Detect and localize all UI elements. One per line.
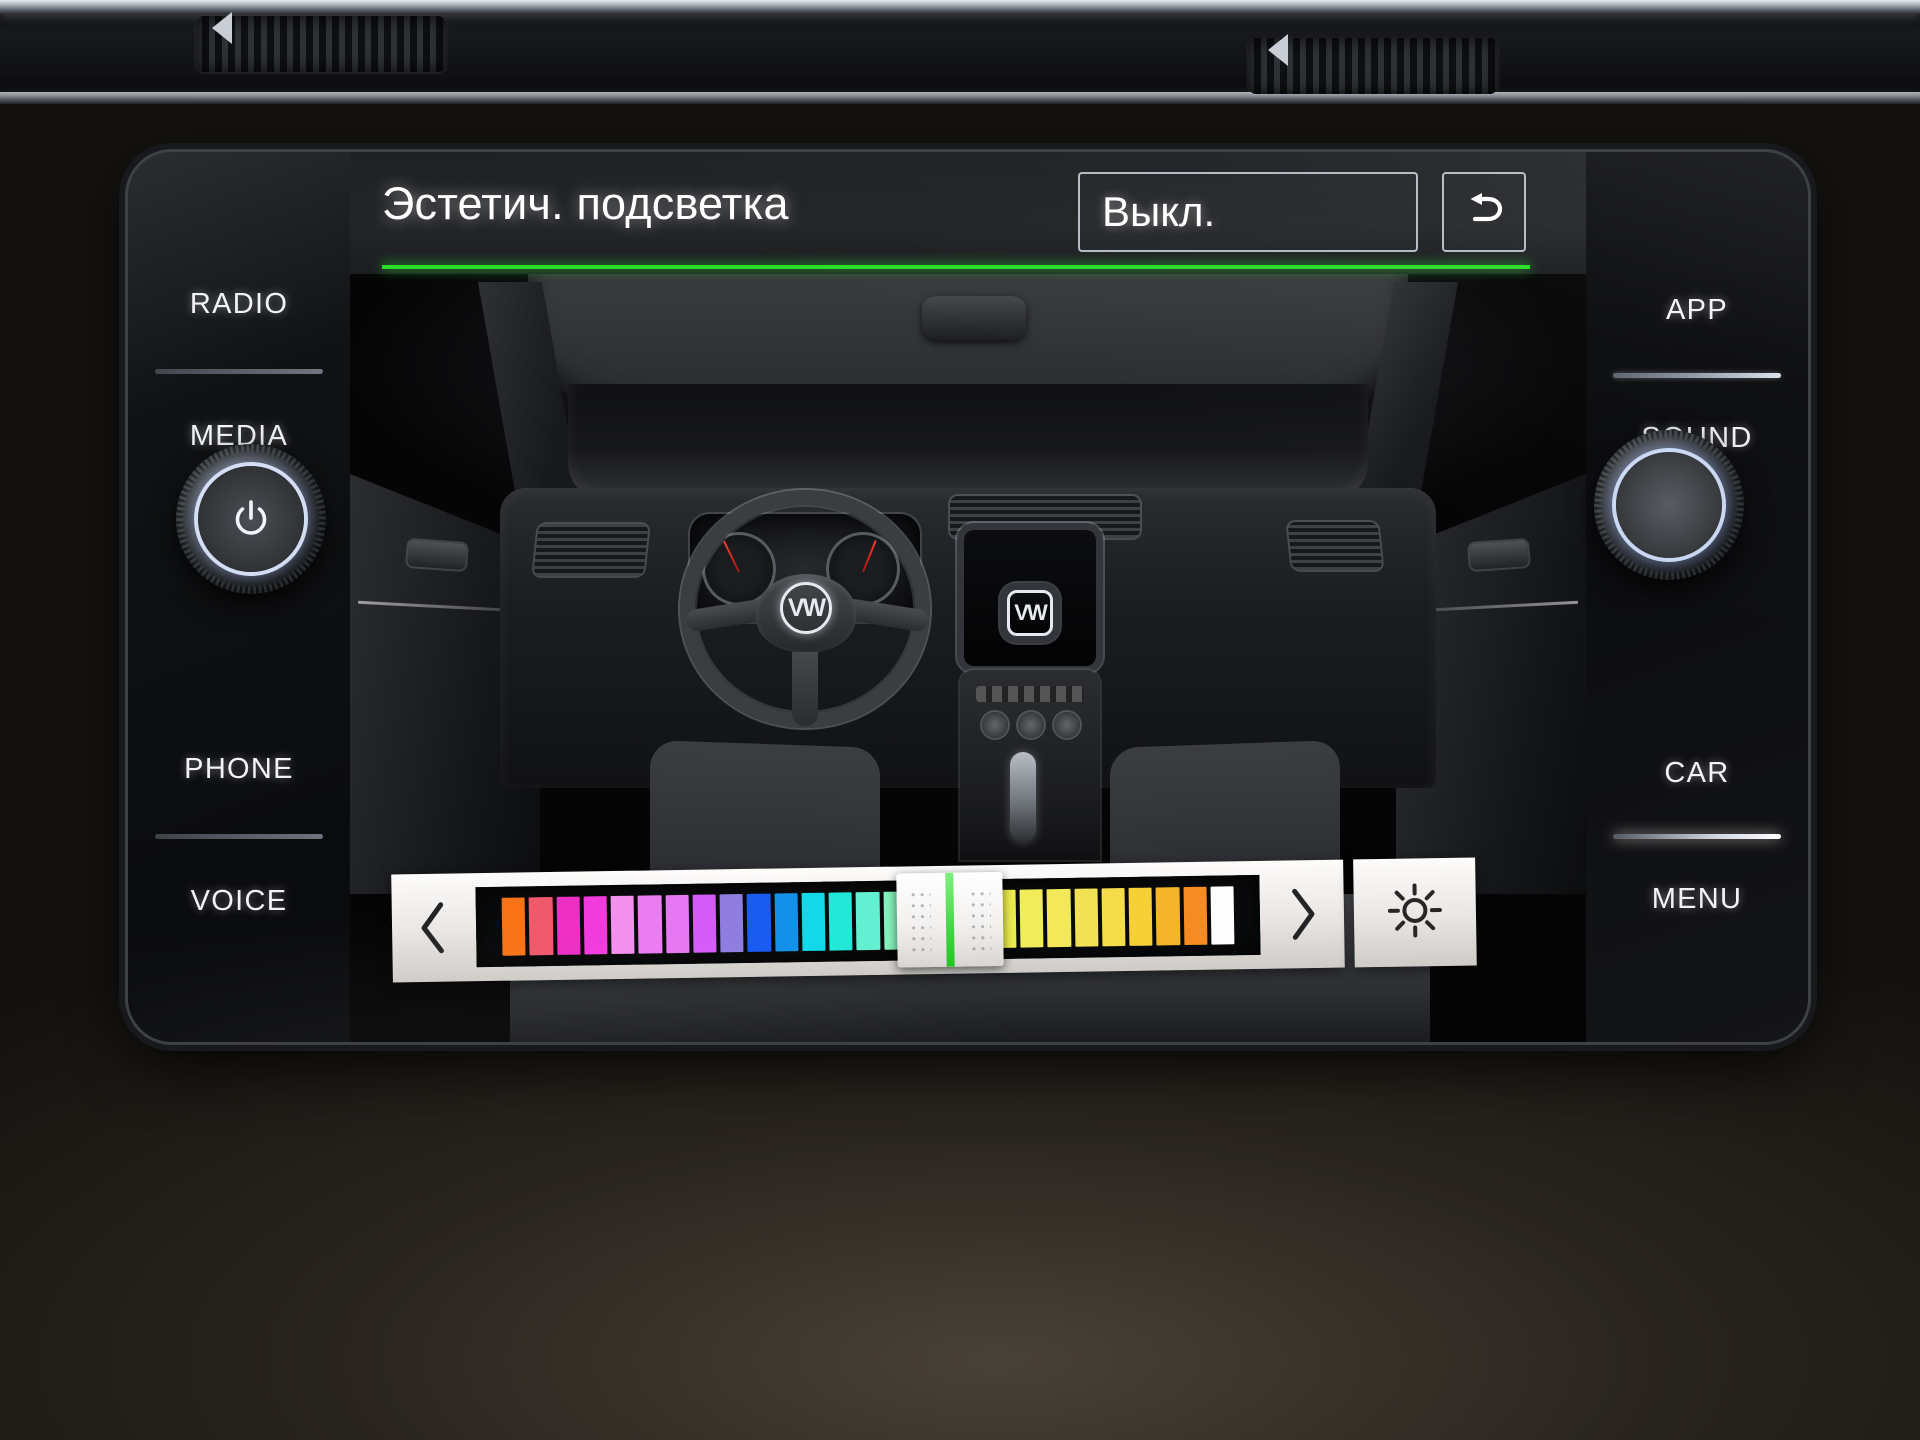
slider-next-button[interactable] (1266, 887, 1341, 942)
softkey-phone[interactable]: PHONE (128, 753, 350, 786)
softkey-divider-right-1 (1613, 373, 1781, 378)
color-swatch-track[interactable] (475, 871, 1261, 968)
color-swatch[interactable] (1046, 888, 1072, 948)
softkey-voice[interactable]: VOICE (128, 885, 350, 918)
dashboard-vent-strip (0, 0, 1920, 104)
color-swatch[interactable] (637, 895, 663, 954)
softkey-car[interactable]: CAR (1586, 757, 1808, 790)
color-swatch[interactable] (692, 894, 717, 953)
touchscreen-display[interactable]: VW VW Эстетич. подсветка Выкл. (350, 152, 1586, 1042)
back-arrow-icon (1461, 190, 1507, 235)
page-title: Эстетич. подсветка (382, 178, 789, 229)
color-swatch[interactable] (1101, 888, 1126, 947)
rearview-mirror (922, 296, 1026, 340)
chevron-right-icon (1288, 887, 1319, 941)
title-accent-underline (382, 265, 1530, 269)
thumb-grip-right (968, 888, 992, 951)
chevron-left-icon (418, 901, 449, 955)
color-swatch[interactable] (746, 893, 772, 952)
thumb-selection-marker (945, 872, 956, 967)
color-swatch[interactable] (1183, 886, 1208, 946)
back-button[interactable] (1442, 172, 1526, 252)
power-volume-knob[interactable] (176, 444, 326, 594)
gear-shifter (1010, 752, 1036, 842)
vw-logo-steering-wheel: VW (780, 582, 832, 634)
color-swatch[interactable] (1155, 887, 1181, 946)
left-softkey-column: RADIO MEDIA PHONE VOICE (128, 152, 350, 1042)
color-swatch[interactable] (828, 892, 853, 951)
power-icon (229, 497, 273, 541)
setting-value-text: Выкл. (1102, 188, 1216, 235)
color-swatch[interactable] (801, 892, 826, 952)
slider-thumb[interactable] (896, 871, 1005, 968)
color-swatch[interactable] (610, 895, 635, 955)
color-swatch[interactable] (528, 896, 554, 956)
softkey-divider-right-2 (1613, 834, 1781, 839)
color-swatch-list[interactable] (501, 886, 1235, 956)
setting-value-field[interactable]: Выкл. (1078, 172, 1418, 252)
slider-prev-button[interactable] (396, 900, 471, 955)
softkey-radio[interactable]: RADIO (128, 288, 350, 321)
knob-illuminated-ring-right (1616, 452, 1722, 558)
brightness-button[interactable] (1353, 857, 1477, 968)
softkey-divider-left-2 (155, 834, 323, 839)
ambient-color-slider[interactable] (391, 857, 1477, 983)
brightness-sun-icon (1384, 879, 1445, 945)
right-softkey-column: APP SOUND CAR MENU (1586, 152, 1808, 1042)
color-swatch[interactable] (774, 893, 799, 952)
color-swatch[interactable] (719, 893, 744, 953)
thumb-grip-left (908, 889, 932, 952)
color-swatch[interactable] (1074, 888, 1099, 947)
color-swatch[interactable] (1128, 887, 1153, 946)
infotainment-head-unit: RADIO MEDIA PHONE VOICE APP SOUND CAR ME… (128, 152, 1808, 1042)
color-swatch[interactable] (1019, 889, 1044, 948)
screen-header: Эстетич. подсветка Выкл. (350, 152, 1586, 274)
knob-illuminated-ring (198, 466, 304, 572)
softkey-app[interactable]: APP (1586, 294, 1808, 327)
color-swatch[interactable] (665, 894, 690, 954)
vw-logo-center-screen: VW (1007, 590, 1053, 636)
color-swatch[interactable] (501, 897, 526, 956)
car-dashboard-scene: RADIO MEDIA PHONE VOICE APP SOUND CAR ME… (0, 0, 1920, 1440)
color-swatch[interactable] (583, 896, 608, 955)
softkey-divider-left-1 (155, 369, 323, 374)
softkey-menu[interactable]: MENU (1586, 883, 1808, 916)
color-slider-panel[interactable] (391, 859, 1345, 983)
color-swatch[interactable] (856, 891, 881, 951)
color-swatch[interactable] (1210, 886, 1235, 945)
tuning-knob[interactable] (1594, 430, 1744, 580)
color-swatch[interactable] (556, 896, 581, 955)
